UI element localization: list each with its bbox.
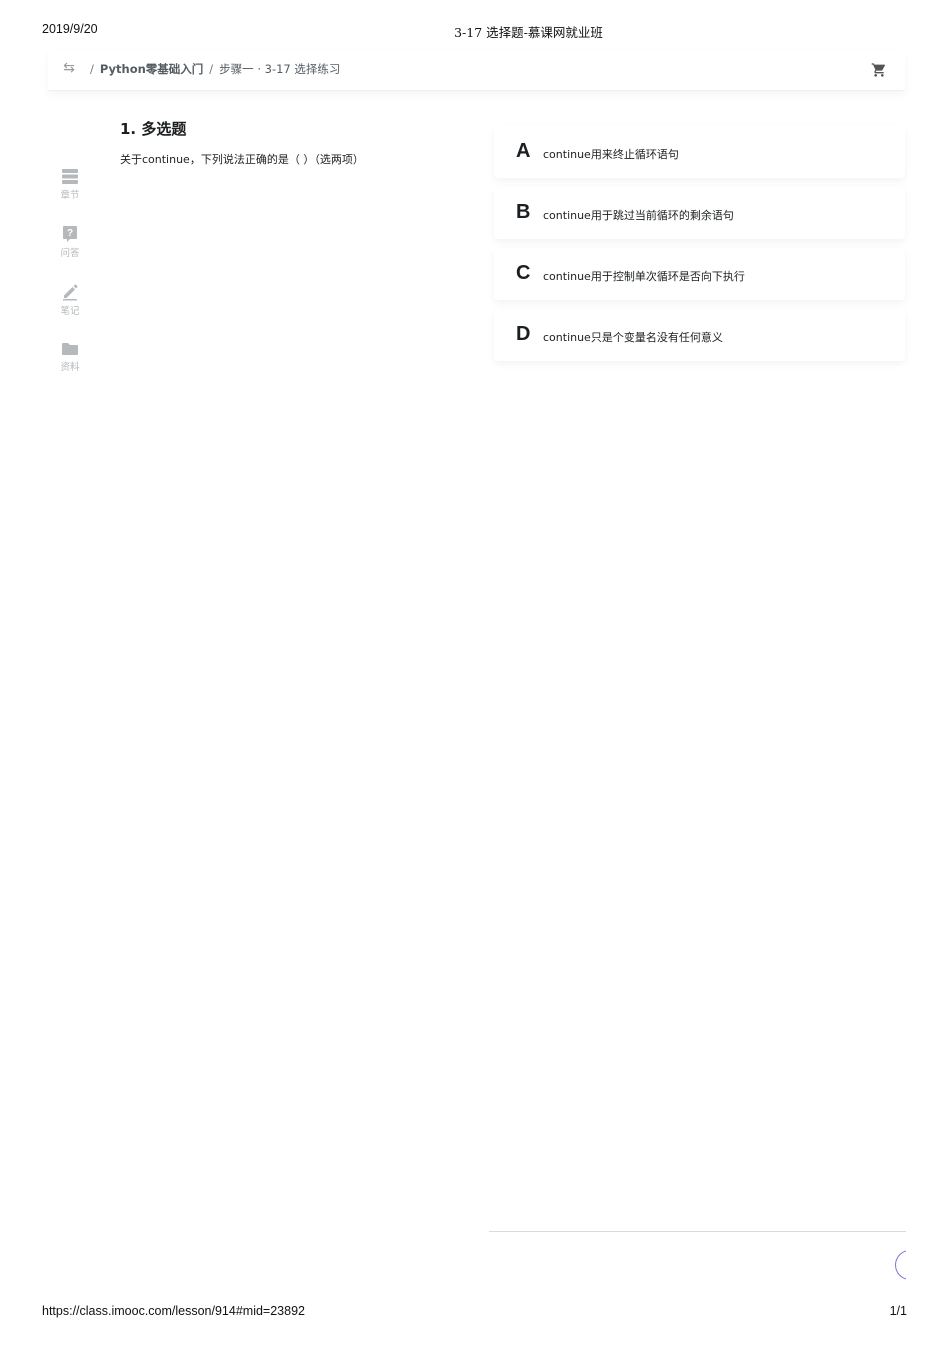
option-text: continue用于跳过当前循环的剩余语句 xyxy=(543,209,734,222)
option-text: continue用来终止循环语句 xyxy=(543,148,679,161)
question-title: 1. 多选题 xyxy=(120,120,187,138)
option-text: continue只是个变量名没有任何意义 xyxy=(543,331,723,344)
sidebar-item-label: 资料 xyxy=(60,362,80,373)
svg-text:?: ? xyxy=(67,228,73,239)
question-icon: ? xyxy=(63,226,77,242)
breadcrumb-separator: / xyxy=(209,62,214,76)
option-letter: A xyxy=(516,140,531,162)
option-a[interactable]: A continue用来终止循环语句 xyxy=(494,126,905,178)
option-c[interactable]: C continue用于控制单次循环是否向下执行 xyxy=(494,248,905,300)
sidebar-item-chapter[interactable]: 章节 xyxy=(48,168,92,201)
floating-button-clip xyxy=(0,1240,906,1290)
option-b[interactable]: B continue用于跳过当前循环的剩余语句 xyxy=(494,187,905,239)
sidebar-item-notes[interactable]: 笔记 xyxy=(48,283,92,317)
question-panel: 1. 多选题 关于continue，下列说法正确的是（ ）（选两项） xyxy=(120,118,480,167)
option-letter: D xyxy=(516,323,531,345)
print-footer: https://class.imooc.com/lesson/914#mid=2… xyxy=(0,1304,950,1324)
breadcrumb-separator: / xyxy=(90,62,94,76)
sidebar-item-materials[interactable]: 资料 xyxy=(48,341,92,373)
chapter-icon xyxy=(62,169,78,184)
print-title: 3-17 选择题-慕课网就业班 xyxy=(454,25,603,40)
breadcrumb-course-link[interactable]: Python零基础入门 xyxy=(100,62,203,76)
pencil-icon xyxy=(63,284,78,301)
option-letter: B xyxy=(516,201,531,223)
print-url: https://class.imooc.com/lesson/914#mid=2… xyxy=(42,1304,305,1318)
sidebar-item-label: 问答 xyxy=(60,248,80,259)
question-text: 关于continue，下列说法正确的是（ ）（选两项） xyxy=(120,153,364,166)
folder-icon xyxy=(62,343,78,355)
cart-icon[interactable] xyxy=(871,62,887,78)
breadcrumb: / Python零基础入门 / 步骤一 · 3-17 选择练习 xyxy=(84,61,340,77)
lesson-topbar: ⇆ / Python零基础入门 / 步骤一 · 3-17 选择练习 xyxy=(48,50,905,91)
print-header: 2019/9/20 3-17 选择题-慕课网就业班 xyxy=(0,22,950,42)
sidebar-item-qa[interactable]: ? 问答 xyxy=(48,225,92,259)
option-d[interactable]: D continue只是个变量名没有任何意义 xyxy=(494,309,905,361)
option-letter: C xyxy=(516,262,531,284)
option-text: continue用于控制单次循环是否向下执行 xyxy=(543,270,745,283)
back-arrows-icon[interactable]: ⇆ xyxy=(61,60,77,76)
sidebar-item-label: 章节 xyxy=(60,190,80,201)
sidebar-item-label: 笔记 xyxy=(60,306,80,317)
print-page-number: 1/1 xyxy=(889,1304,907,1318)
breadcrumb-lesson: 步骤一 · 3-17 选择练习 xyxy=(219,62,341,76)
footer-divider xyxy=(489,1231,906,1232)
floating-round-button[interactable] xyxy=(895,1250,906,1280)
